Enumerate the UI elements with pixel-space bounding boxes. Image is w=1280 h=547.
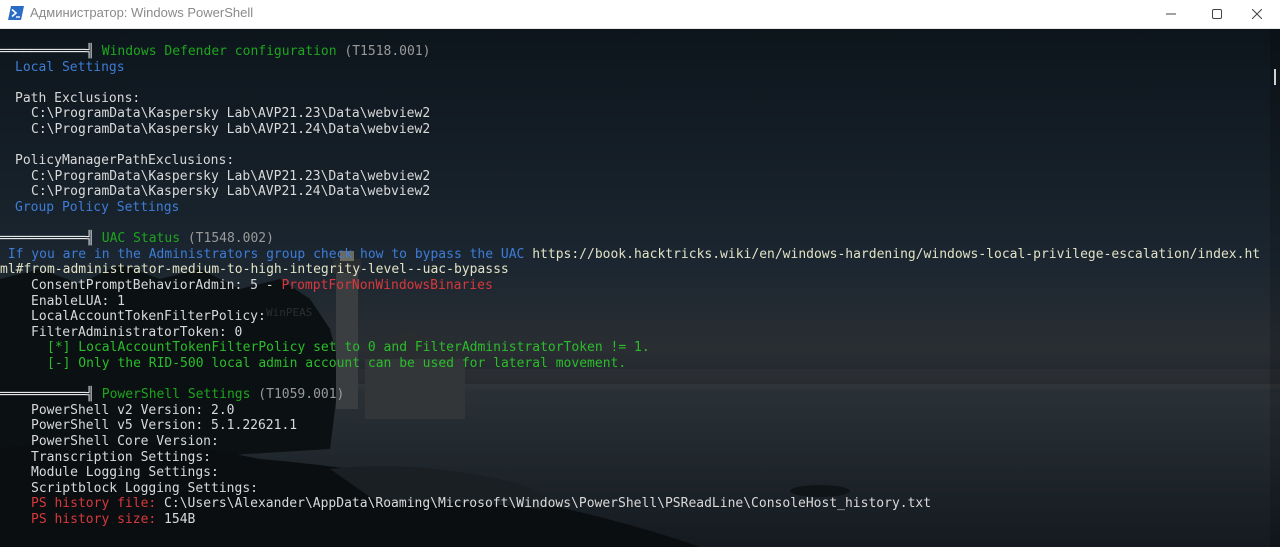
section-divider: ═══════════╣	[0, 44, 94, 59]
policy-exclusion-item: C:\ProgramData\Kaspersky Lab\AVP21.24\Da…	[31, 184, 431, 200]
local-token-policy-line: LocalAccountTokenFilterPolicy:	[31, 309, 266, 325]
path-exclusion-item: C:\ProgramData\Kaspersky Lab\AVP21.23\Da…	[31, 106, 431, 122]
powershell-section-header: ═══════════╣ PowerShell Settings (T1059.…	[0, 387, 344, 403]
section-title: PowerShell Settings	[93, 387, 251, 403]
minimize-icon	[1166, 13, 1176, 15]
consent-prompt-value: PromptForNonWindowsBinaries	[281, 278, 493, 293]
policy-exclusions-label: PolicyManagerPathExclusions:	[15, 153, 235, 169]
uac-note: [-] Only the RID-500 local admin account…	[47, 356, 627, 371]
close-button[interactable]	[1234, 0, 1280, 28]
ps-history-file-value: C:\Users\Alexander\AppData\Roaming\Micro…	[156, 496, 932, 512]
section-title: Windows Defender configuration	[93, 44, 337, 59]
technique-id: (T1518.001)	[336, 44, 431, 59]
watermark-text: WinPEAS	[266, 306, 313, 319]
title-bar: Администратор: Windows PowerShell	[0, 0, 1280, 29]
group-policy-heading: Group Policy Settings	[15, 200, 180, 215]
uac-note: [*] LocalAccountTokenFilterPolicy set to…	[47, 340, 650, 356]
enable-lua-line: EnableLUA: 1	[31, 293, 125, 309]
consent-prompt-label: ConsentPromptBehaviorAdmin: 5 -	[31, 278, 282, 293]
minimize-button[interactable]	[1148, 0, 1194, 28]
uac-hint-text: If you are in the Administrators group c…	[0, 246, 525, 262]
ps-v5-line: PowerShell v5 Version: 5.1.22621.1	[31, 418, 298, 434]
maximize-icon	[1212, 9, 1222, 19]
technique-id: (T1059.001)	[250, 387, 345, 403]
ps-history-size-value: 154B	[156, 512, 196, 527]
ps-history-size-line: PS history size: 154B	[31, 512, 195, 528]
local-settings-heading: Local Settings	[15, 59, 125, 75]
scrollbar[interactable]	[1270, 29, 1280, 547]
path-exclusions-label: Path Exclusions:	[15, 90, 141, 106]
module-logging-line: Module Logging Settings:	[31, 465, 219, 481]
policy-exclusion-item: C:\ProgramData\Kaspersky Lab\AVP21.23\Da…	[31, 168, 431, 184]
uac-hint-link-continued[interactable]: ml#from-administrator-medium-to-high-int…	[0, 262, 509, 278]
console-output[interactable]: ═══════════╣ Windows Defender configurat…	[0, 36, 1270, 547]
window-title: Администратор: Windows PowerShell	[30, 5, 254, 20]
consent-prompt-line: ConsentPromptBehaviorAdmin: 5 - PromptFo…	[31, 278, 493, 294]
close-icon	[1251, 8, 1263, 20]
filter-admin-token-line: FilterAdministratorToken: 0	[31, 324, 243, 340]
ps-core-line: PowerShell Core Version:	[31, 434, 219, 449]
path-exclusion-item: C:\ProgramData\Kaspersky Lab\AVP21.24\Da…	[31, 122, 431, 137]
section-divider: ═══════════╣	[0, 387, 94, 403]
ps-history-size-label: PS history size:	[31, 512, 157, 527]
defender-section-header: ═══════════╣ Windows Defender configurat…	[0, 44, 430, 60]
transcription-line: Transcription Settings:	[31, 449, 212, 465]
section-title: UAC Status	[93, 231, 181, 247]
uac-hint-line: If you are in the Administrators group c…	[0, 247, 1260, 263]
ps-history-file-line: PS history file: C:\Users\Alexander\AppD…	[31, 496, 931, 512]
technique-id: (T1548.002)	[180, 231, 274, 247]
scriptblock-logging-line: Scriptblock Logging Settings:	[31, 480, 258, 496]
section-divider: ═══════════╣	[0, 231, 94, 247]
powershell-icon	[8, 6, 24, 20]
uac-section-header: ═══════════╣ UAC Status (T1548.002)	[0, 231, 274, 247]
ps-history-file-label: PS history file:	[31, 496, 157, 512]
ps-v2-line: PowerShell v2 Version: 2.0	[31, 402, 235, 418]
uac-hint-link[interactable]: https://book.hacktricks.wiki/en/windows-…	[524, 247, 1260, 262]
scrollbar-thumb[interactable]	[1274, 69, 1276, 85]
